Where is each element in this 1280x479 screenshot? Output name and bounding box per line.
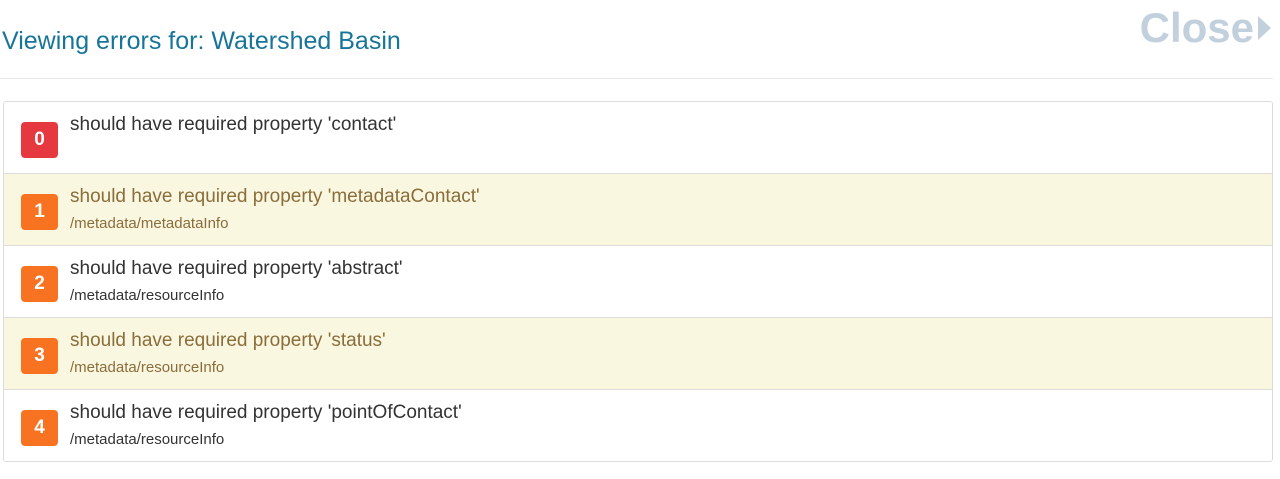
error-message: should have required property 'pointOfCo… bbox=[70, 402, 462, 423]
error-path: /metadata/resourceInfo bbox=[70, 359, 225, 376]
error-index-badge: 0 bbox=[21, 122, 58, 158]
list-item[interactable]: 3 should have required property 'status'… bbox=[4, 317, 1272, 389]
error-index-badge: 2 bbox=[21, 266, 58, 302]
list-item[interactable]: 2 should have required property 'abstrac… bbox=[4, 245, 1272, 317]
error-index-badge: 3 bbox=[21, 338, 58, 374]
list-item[interactable]: 4 should have required property 'pointOf… bbox=[4, 389, 1272, 461]
modal-header: Viewing errors for: Watershed Basin Clos… bbox=[0, 0, 1273, 79]
error-message: should have required property 'status' bbox=[70, 330, 386, 351]
error-message: should have required property 'abstract' bbox=[70, 258, 403, 279]
list-item[interactable]: 0 should have required property 'contact… bbox=[4, 102, 1272, 173]
error-path: /metadata/resourceInfo bbox=[70, 287, 225, 304]
list-item[interactable]: 1 should have required property 'metadat… bbox=[4, 173, 1272, 245]
caret-right-icon bbox=[1258, 16, 1271, 40]
error-list: 0 should have required property 'contact… bbox=[3, 101, 1273, 462]
page-title: Viewing errors for: Watershed Basin bbox=[2, 27, 401, 55]
close-button[interactable]: Close bbox=[1140, 4, 1271, 52]
error-path: /metadata/resourceInfo bbox=[70, 431, 225, 448]
close-label: Close bbox=[1139, 4, 1254, 51]
error-index-badge: 4 bbox=[21, 410, 58, 446]
error-path: /metadata/metadataInfo bbox=[70, 215, 229, 232]
error-message: should have required property 'metadataC… bbox=[70, 186, 480, 207]
error-message: should have required property 'contact' bbox=[70, 114, 397, 135]
error-index-badge: 1 bbox=[21, 194, 58, 230]
